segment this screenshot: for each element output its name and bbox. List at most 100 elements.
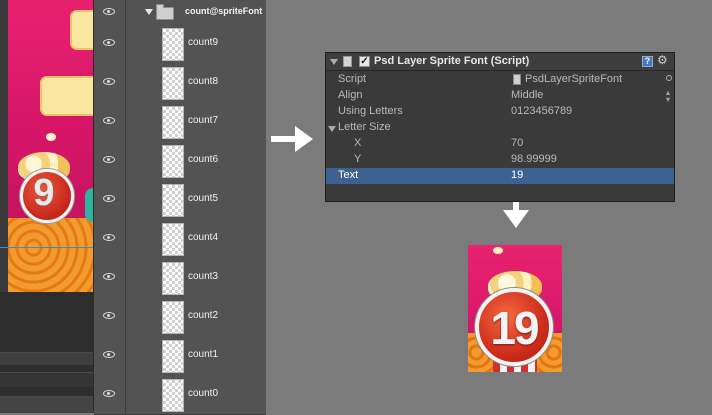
using-letters-field[interactable]: 0123456789 [511,105,572,117]
foldout-triangle-icon[interactable] [328,126,336,132]
eye-icon [103,8,115,15]
property-using-letters: Using Letters 0123456789 [326,104,674,120]
game-artwork: 9 [8,0,93,292]
x-field[interactable]: 70 [511,137,523,149]
layer-row[interactable]: count7 [94,102,266,142]
layer-thumbnail [162,301,184,334]
layer-thumbnail [162,67,184,100]
layer-row[interactable]: count6 [94,141,266,181]
artwork-button-shape [70,10,93,50]
artwork-button-shape [40,76,93,116]
eye-icon [103,390,115,397]
component-title: Psd Layer Sprite Font (Script) [374,55,530,67]
layer-row[interactable]: count0 [94,375,266,415]
text-field[interactable]: 19 [511,169,523,181]
visibility-toggle[interactable] [94,219,126,258]
popcorn-kernel [493,247,503,254]
result-preview: 19 [468,245,562,372]
folder-icon [156,4,174,20]
align-dropdown[interactable]: Middle [511,89,543,101]
property-text: Text 19 [326,168,674,184]
candy-pattern [8,218,93,292]
visibility-toggle[interactable] [94,24,126,63]
layer-thumbnail [162,340,184,373]
layer-thumbnail [162,262,184,295]
disclosure-triangle-icon[interactable] [145,9,153,15]
help-icon[interactable]: ? [642,56,653,67]
layer-name: count9 [188,37,219,48]
visibility-toggle[interactable] [94,297,126,336]
property-align: Align Middle ▴ ▾ [326,88,674,104]
layer-row[interactable]: count5 [94,180,266,220]
layer-name: count6 [188,154,219,165]
dropdown-arrows-icon[interactable]: ▴ ▾ [666,89,670,104]
eye-icon [103,78,115,85]
visibility-toggle[interactable] [94,180,126,219]
guide-line [0,247,93,248]
eye-icon [103,312,115,319]
layer-thumbnail [162,145,184,178]
visibility-toggle[interactable] [94,63,126,102]
layer-row[interactable]: count4 [94,219,266,259]
visibility-toggle[interactable] [94,102,126,141]
layer-name: count4 [188,232,219,243]
layer-thumbnail [162,379,184,412]
layer-name: count0 [188,388,219,399]
layer-name: count2 [188,310,219,321]
layer-thumbnail [162,184,184,217]
script-file-icon [513,74,521,85]
layer-thumbnail [162,223,184,256]
eye-icon [103,195,115,202]
property-label: Script [338,73,367,85]
layer-name: count3 [188,271,219,282]
layer-row[interactable]: count8 [94,63,266,103]
visibility-toggle[interactable] [94,258,126,297]
script-icon [343,56,352,67]
gear-icon[interactable]: ⚙ [657,53,668,67]
property-label: Y [354,153,362,165]
scrollbar[interactable] [0,352,93,365]
toolbar-strip [0,396,93,413]
layer-thumbnail [162,106,184,139]
visibility-toggle[interactable] [94,0,126,25]
layer-row[interactable]: count9 [94,24,266,64]
property-label: Align [338,89,363,101]
layer-row[interactable]: count2 [94,297,266,337]
count-badge-digit: 9 [33,172,55,214]
foldout-triangle-icon[interactable] [330,59,338,65]
component-header[interactable]: ✓ Psd Layer Sprite Font (Script) ? ⚙ [326,53,674,71]
visibility-toggle[interactable] [94,375,126,414]
visibility-toggle[interactable] [94,141,126,180]
teal-element [85,188,93,222]
property-letter-size[interactable]: Letter Size [326,120,674,136]
property-label: X [354,137,362,149]
property-label: Using Letters [338,105,403,117]
property-y: Y 98.99999 [326,152,674,168]
layer-row[interactable]: count3 [94,258,266,298]
layer-row[interactable]: count1 [94,336,266,376]
layer-group-row[interactable]: count@spriteFont [94,0,266,26]
canvas-preview: 9 [0,0,93,413]
eye-icon [103,156,115,163]
count-badge-digits: 19 [490,302,539,354]
property-x: X 70 [326,136,674,152]
layer-group-name: count@spriteFont [185,6,263,16]
inspector-component: ✓ Psd Layer Sprite Font (Script) ? ⚙ Scr… [325,52,675,202]
layer-name: count7 [188,115,219,126]
eye-icon [103,234,115,241]
layers-panel: count@spriteFont count9 count8 count7 count… [93,0,266,415]
y-field[interactable]: 98.99999 [511,153,557,165]
eye-icon [103,39,115,46]
eye-icon [103,351,115,358]
property-label: Letter Size [338,121,391,133]
enabled-checkbox[interactable]: ✓ [359,56,370,67]
layer-name: count1 [188,349,219,360]
property-script: Script PsdLayerSpriteFont [326,72,674,88]
script-field[interactable]: PsdLayerSpriteFont [525,73,622,85]
visibility-toggle[interactable] [94,336,126,375]
status-bar [0,372,93,387]
object-picker-icon[interactable] [666,75,672,81]
eye-icon [103,273,115,280]
layer-name: count5 [188,193,219,204]
popcorn-kernel [46,133,56,141]
